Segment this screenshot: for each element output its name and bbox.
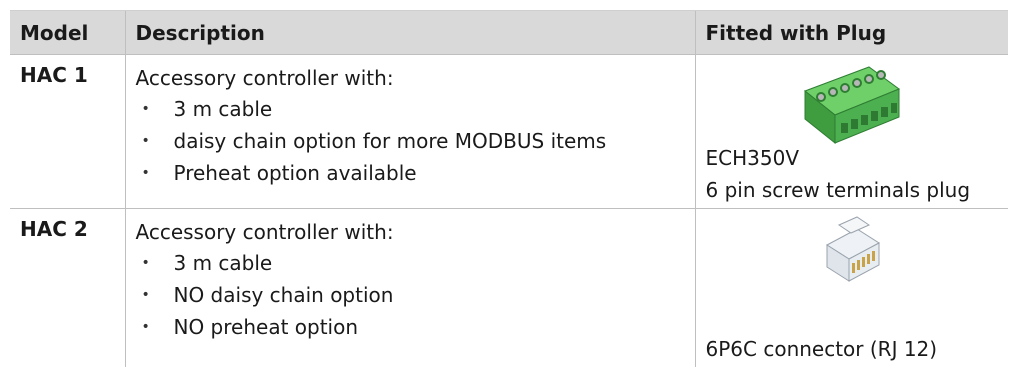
plug-cell: ECH350V 6 pin screw terminals plug [694, 54, 1009, 209]
plug-label: ECH350V 6 pin screw terminals plug [706, 142, 971, 206]
plug-name: 6P6C connector (RJ 12) [705, 337, 938, 361]
model-cell: HAC 2 [10, 208, 125, 367]
list-item: • 3 m cable [136, 247, 685, 279]
description-lead: Accessory controller with: [135, 220, 394, 244]
rj12-connector-image [696, 215, 1009, 294]
header-description: Description [124, 10, 695, 55]
table-row: HAC 1 Accessory controller with: • 3 m ca… [10, 54, 1009, 209]
header-row: Model Description Fitted with Plug [10, 10, 1008, 55]
plug-name: ECH350V [705, 146, 800, 170]
model-table: Model Description Fitted with Plug HAC 1… [10, 10, 1008, 367]
feature-list: • 3 m cable • NO daisy chain option • NO pr… [136, 247, 685, 343]
bullet-icon: • [141, 255, 150, 271]
header-plug: Fitted with Plug [694, 10, 1008, 55]
bullet-icon: • [141, 287, 150, 303]
bullet-icon: • [141, 319, 150, 335]
list-item: • 3 m cable [136, 93, 685, 125]
table-row: HAC 2 Accessory controller with: • 3 m ca… [10, 208, 1009, 367]
list-item: • Preheat option available [136, 157, 685, 189]
list-item: • daisy chain option for more MODBUS item… [136, 125, 685, 157]
description-cell: Accessory controller with: • 3 m cable • N… [124, 208, 695, 367]
list-item: • NO preheat option [136, 311, 685, 343]
description-lead: Accessory controller with: [135, 66, 394, 90]
bullet-icon: • [141, 165, 150, 181]
plug-label: 6P6C connector (RJ 12) [706, 333, 938, 365]
description-cell: Accessory controller with: • 3 m cable • d… [124, 54, 695, 209]
plug-detail: 6 pin screw terminals plug [705, 178, 971, 202]
plug-cell: 6P6C connector (RJ 12) [694, 208, 1009, 367]
model-cell: HAC 1 [10, 54, 125, 209]
bullet-icon: • [141, 133, 150, 149]
header-model: Model [10, 10, 125, 55]
feature-list: • 3 m cable • daisy chain option for more … [136, 93, 685, 189]
green-screw-terminal-plug-image [696, 61, 1009, 152]
list-item: • NO daisy chain option [136, 279, 685, 311]
bullet-icon: • [141, 101, 150, 117]
